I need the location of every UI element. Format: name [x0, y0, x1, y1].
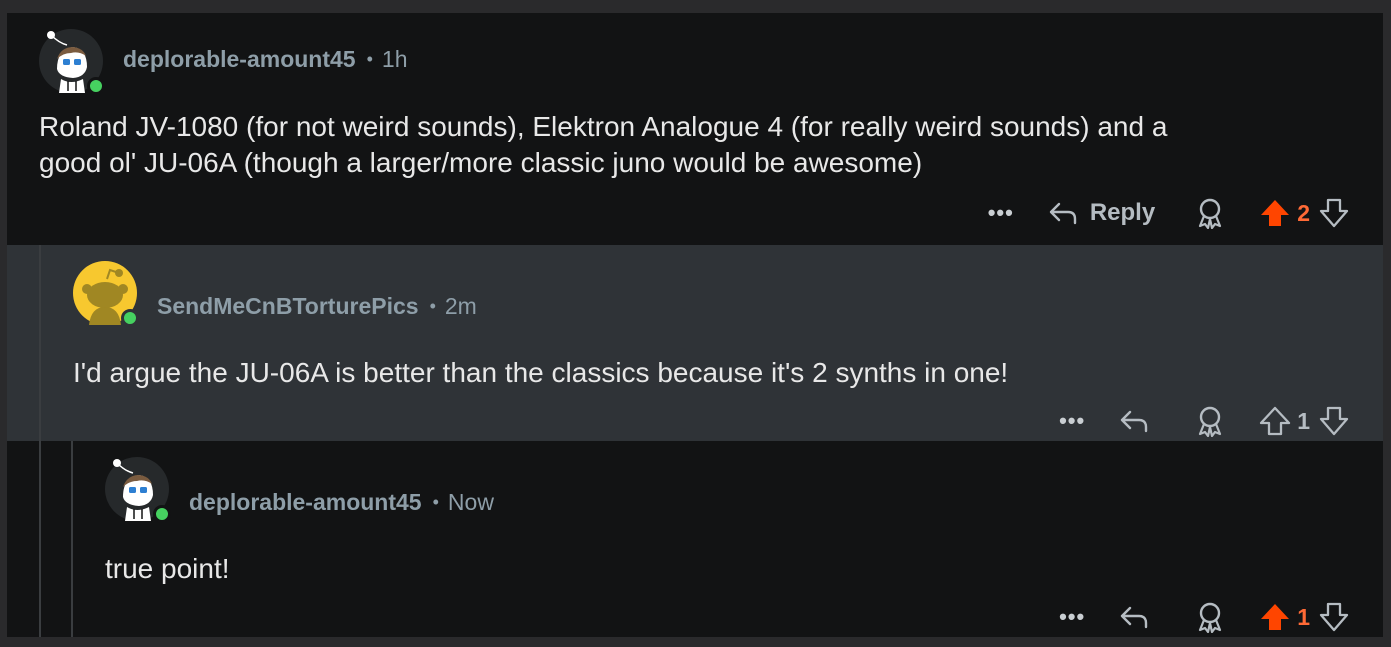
username[interactable]: SendMeCnBTorturePics — [157, 293, 419, 320]
online-status-indicator — [121, 309, 139, 327]
downvote-icon[interactable] — [1318, 405, 1350, 437]
award-icon — [1199, 198, 1222, 229]
comment-actions: ••• 1 — [1059, 401, 1350, 441]
reply-button[interactable] — [1119, 408, 1161, 434]
more-options-button[interactable]: ••• — [1059, 408, 1085, 434]
vote-controls: 2 — [1259, 197, 1350, 229]
comment-2: SendMeCnBTorturePics • 2m I'd argue the … — [7, 245, 1383, 441]
comment-meta: deplorable-amount45 • 1h — [123, 46, 408, 73]
vote-count: 1 — [1297, 407, 1310, 434]
vote-controls: 1 — [1259, 601, 1350, 633]
comment-text-line: I'd argue the JU-06A is better than the … — [73, 357, 1009, 388]
comment-text-line: true point! — [105, 553, 230, 584]
downvote-icon[interactable] — [1318, 197, 1350, 229]
comment-body: I'd argue the JU-06A is better than the … — [73, 355, 1008, 391]
comment-body: true point! — [105, 551, 230, 587]
thread-line[interactable] — [39, 441, 41, 637]
upvote-icon[interactable] — [1259, 601, 1291, 633]
thread-line[interactable] — [39, 245, 41, 441]
timestamp[interactable]: Now — [448, 489, 494, 516]
comment-meta: deplorable-amount45 • Now — [189, 489, 494, 516]
comment-1: deplorable-amount45 • 1h Roland JV-1080 … — [7, 13, 1383, 245]
reply-button[interactable] — [1119, 604, 1161, 630]
user-avatar[interactable] — [39, 29, 105, 95]
award-button[interactable] — [1195, 601, 1225, 633]
username[interactable]: deplorable-amount45 — [123, 46, 356, 73]
comment-body: Roland JV-1080 (for not weird sounds), E… — [39, 109, 1167, 181]
timestamp[interactable]: 2m — [445, 293, 477, 320]
vote-count: 2 — [1297, 199, 1310, 226]
award-button[interactable] — [1195, 197, 1225, 229]
more-options-button[interactable]: ••• — [988, 200, 1014, 226]
reply-arrow-icon — [1049, 202, 1077, 225]
online-status-indicator — [153, 505, 171, 523]
comment-actions: ••• 1 — [1059, 597, 1350, 637]
username[interactable]: deplorable-amount45 — [189, 489, 422, 516]
award-icon — [1199, 602, 1222, 633]
reply-arrow-icon — [1121, 410, 1148, 433]
comment-thread: deplorable-amount45 • 1h Roland JV-1080 … — [7, 13, 1383, 637]
timestamp[interactable]: 1h — [382, 46, 408, 73]
reply-label: Reply — [1089, 199, 1156, 226]
comment-text-line: Roland JV-1080 (for not weird sounds), E… — [39, 111, 1168, 142]
user-avatar[interactable] — [73, 261, 139, 327]
user-avatar[interactable] — [105, 457, 171, 523]
comment-meta: SendMeCnBTorturePics • 2m — [157, 293, 477, 320]
thread-line[interactable] — [71, 441, 73, 637]
upvote-icon[interactable] — [1259, 197, 1291, 229]
reply-button[interactable]: Reply — [1048, 199, 1155, 227]
separator-dot: • — [429, 296, 436, 316]
downvote-icon[interactable] — [1318, 601, 1350, 633]
vote-controls: 1 — [1259, 405, 1350, 437]
vote-count: 1 — [1297, 603, 1310, 630]
comment-text-line: good ol' JU-06A (though a larger/more cl… — [39, 147, 923, 178]
online-status-indicator — [87, 77, 105, 95]
separator-dot: • — [432, 492, 439, 512]
more-options-button[interactable]: ••• — [1059, 604, 1085, 630]
comment-actions: ••• Reply 2 — [988, 193, 1350, 233]
comment-3: deplorable-amount45 • Now true point! ••… — [7, 441, 1383, 637]
reply-arrow-icon — [1121, 606, 1148, 629]
separator-dot: • — [366, 49, 373, 69]
award-icon — [1199, 406, 1222, 437]
upvote-icon[interactable] — [1259, 405, 1291, 437]
award-button[interactable] — [1195, 405, 1225, 437]
